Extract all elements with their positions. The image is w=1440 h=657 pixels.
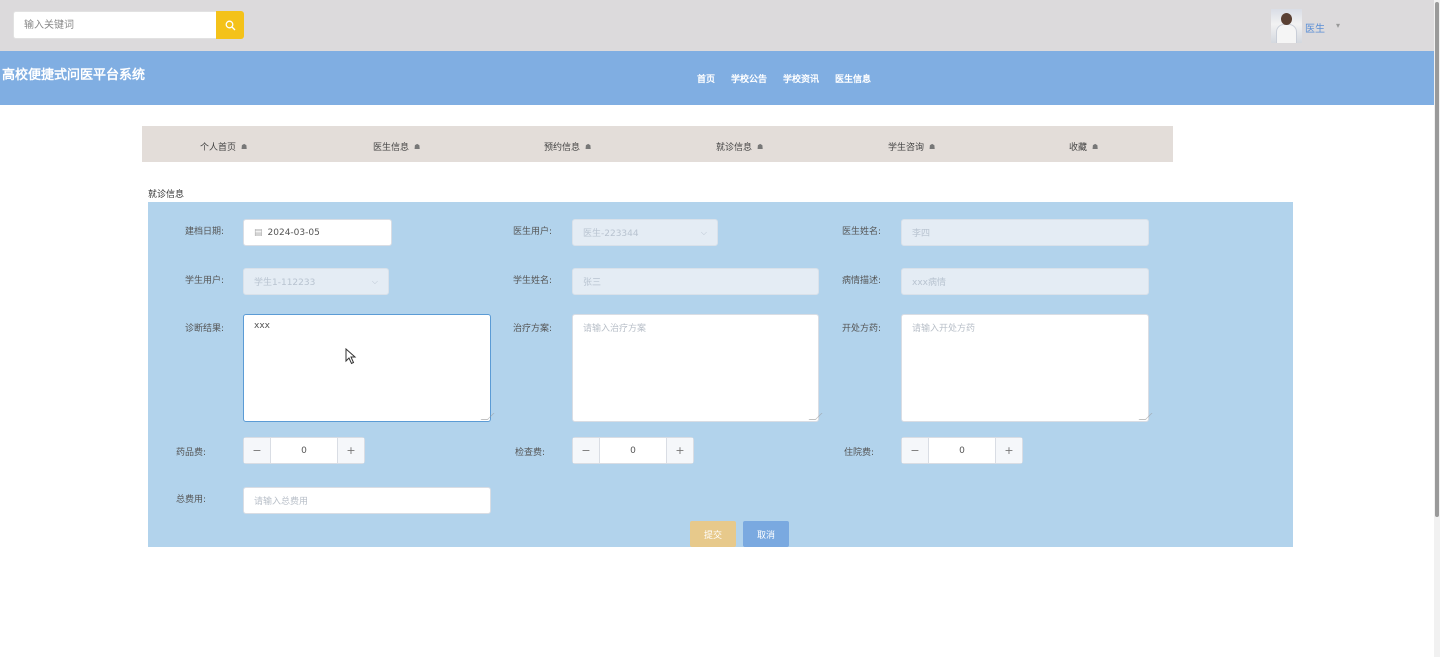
subnav-item-appointments[interactable]: 预约信息 ☗ <box>544 140 592 154</box>
drug-fee-label: 药品费: <box>175 448 206 458</box>
form-panel: 建档日期: ▤ 2024-03-05 医生用户: 医生-223344 ⌵ 医生姓… <box>148 202 1293 547</box>
nav-news[interactable]: 学校资讯 <box>783 72 819 85</box>
main-nav: 首页 学校公告 学校资讯 医生信息 <box>697 72 887 85</box>
chevron-down-icon: ⌵ <box>371 277 378 286</box>
nav-home[interactable]: 首页 <box>697 72 715 85</box>
increment-button[interactable]: + <box>666 438 693 463</box>
decrement-button[interactable]: − <box>573 438 600 463</box>
hospital-fee-stepper[interactable]: − 0 + <box>901 437 1023 464</box>
header: 高校便捷式问医平台系统 首页 学校公告 学校资讯 医生信息 <box>0 51 1440 105</box>
exam-fee-label: 检查费: <box>514 448 545 458</box>
increment-button[interactable]: + <box>995 438 1022 463</box>
subnav-item-consultations[interactable]: 学生咨询 ☗ <box>888 140 936 154</box>
subnav-item-visits[interactable]: 就诊信息 ☗ <box>716 140 764 154</box>
student-user-select[interactable]: 学生1-112233 ⌵ <box>243 268 389 295</box>
drug-fee-stepper[interactable]: − 0 + <box>243 437 365 464</box>
home-icon: ☗ <box>757 142 764 151</box>
illness-desc-label: 病情描述: <box>841 276 881 286</box>
total-fee-input[interactable]: 请输入总费用 <box>243 487 491 514</box>
doctor-name-field[interactable]: 李四 <box>901 219 1149 246</box>
scrollbar-thumb[interactable] <box>1435 2 1439 517</box>
user-name[interactable]: 医生 <box>1305 20 1325 35</box>
treatment-label: 治疗方案: <box>512 324 552 334</box>
resize-handle[interactable] <box>1138 413 1153 420</box>
student-user-label: 学生用户: <box>184 276 224 286</box>
student-name-field[interactable]: 张三 <box>572 268 819 295</box>
record-date-label: 建档日期: <box>184 227 224 237</box>
illness-desc-field[interactable]: xxx病情 <box>901 268 1149 295</box>
nav-announcements[interactable]: 学校公告 <box>731 72 767 85</box>
home-icon: ☗ <box>241 142 248 151</box>
home-icon: ☗ <box>414 142 421 151</box>
cancel-button[interactable]: 取消 <box>743 521 789 547</box>
chevron-down-icon[interactable]: ▾ <box>1336 21 1340 30</box>
resize-handle[interactable] <box>808 413 823 420</box>
resize-handle[interactable] <box>480 413 495 420</box>
decrement-button[interactable]: − <box>902 438 929 463</box>
doctor-user-label: 医生用户: <box>512 227 552 237</box>
nav-doctor-info[interactable]: 医生信息 <box>835 72 871 85</box>
home-icon: ☗ <box>929 142 936 151</box>
hospital-fee-label: 住院费: <box>843 448 874 458</box>
home-icon: ☗ <box>1092 142 1099 151</box>
prescription-textarea[interactable]: 请输入开处方药 <box>901 314 1153 422</box>
calendar-icon: ▤ <box>254 227 263 238</box>
doctor-user-select[interactable]: 医生-223344 ⌵ <box>572 219 718 246</box>
subnav-item-doctor-info[interactable]: 医生信息 ☗ <box>373 140 421 154</box>
submit-button[interactable]: 提交 <box>690 521 736 547</box>
record-date-field[interactable]: ▤ 2024-03-05 <box>243 219 392 246</box>
doctor-name-label: 医生姓名: <box>841 227 881 237</box>
subnav-item-personal-home[interactable]: 个人首页 ☗ <box>200 140 248 154</box>
prescription-label: 开处方药: <box>841 324 881 334</box>
exam-fee-stepper[interactable]: − 0 + <box>572 437 694 464</box>
increment-button[interactable]: + <box>337 438 364 463</box>
subnav-item-favorites[interactable]: 收藏 ☗ <box>1069 140 1099 154</box>
student-name-label: 学生姓名: <box>512 276 552 286</box>
top-bar: 医生 ▾ <box>0 0 1440 51</box>
decrement-button[interactable]: − <box>244 438 271 463</box>
mouse-cursor-icon <box>345 348 357 365</box>
diagnosis-label: 诊断结果: <box>184 324 224 334</box>
diagnosis-textarea[interactable]: xxx <box>243 314 495 422</box>
chevron-down-icon: ⌵ <box>700 228 707 237</box>
sub-nav: 个人首页 ☗ 医生信息 ☗ 预约信息 ☗ 就诊信息 ☗ 学生咨询 ☗ 收藏 ☗ <box>142 126 1173 162</box>
home-icon: ☗ <box>585 142 592 151</box>
section-title: 就诊信息 <box>148 190 185 200</box>
search-button[interactable] <box>216 11 244 39</box>
site-title: 高校便捷式问医平台系统 <box>2 68 146 83</box>
search-icon <box>225 20 235 30</box>
treatment-textarea[interactable]: 请输入治疗方案 <box>572 314 823 422</box>
avatar[interactable] <box>1271 9 1302 43</box>
search-input[interactable] <box>13 11 217 39</box>
total-fee-label: 总费用: <box>175 495 206 505</box>
